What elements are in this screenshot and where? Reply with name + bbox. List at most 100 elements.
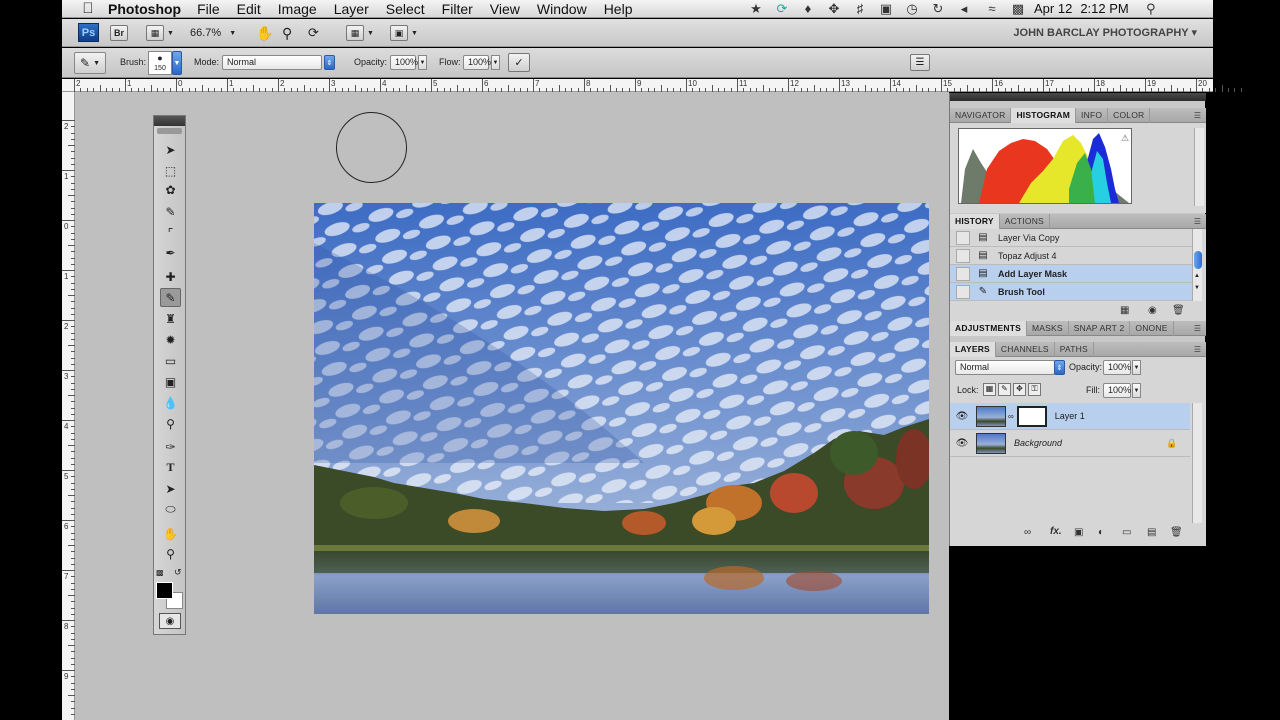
arrange-documents-button[interactable]: ▦ ▼ xyxy=(346,24,374,42)
tab-info[interactable]: INFO xyxy=(1076,108,1109,123)
layer-opacity-input[interactable]: 100% xyxy=(1103,360,1131,375)
tab-navigator[interactable]: NAVIGATOR xyxy=(950,108,1012,123)
scroll-up-arrow-icon[interactable]: ▲ xyxy=(1194,273,1200,279)
adjustments-panel-menu-icon[interactable]: ☰ xyxy=(1194,324,1201,333)
history-snapshot-checkbox[interactable] xyxy=(956,230,970,245)
mode-select[interactable]: Normal xyxy=(222,55,322,70)
battery-icon[interactable]: ▩ xyxy=(1010,1,1026,16)
layer-thumbnail[interactable] xyxy=(976,405,1006,427)
airbrush-toggle[interactable]: ✓ xyxy=(508,53,530,72)
app-menu[interactable]: Photoshop xyxy=(108,1,181,17)
zoom-level-dropdown[interactable]: 66.7% ▼ xyxy=(190,24,236,42)
document-image[interactable] xyxy=(314,203,929,614)
layer-style-fx-icon[interactable]: fx. xyxy=(1050,526,1062,537)
history-panel-menu-icon[interactable]: ☰ xyxy=(1194,217,1201,226)
menu-help[interactable]: Help xyxy=(604,1,633,17)
tools-panel-grip[interactable] xyxy=(154,116,185,126)
link-layers-icon[interactable]: ∞ xyxy=(1024,527,1031,538)
menu-file[interactable]: File xyxy=(197,1,220,17)
blur-tool-icon[interactable]: 💧 xyxy=(160,393,181,412)
screen-mode-button[interactable]: ▣ ▼ xyxy=(390,24,418,42)
menu-view[interactable]: View xyxy=(490,1,520,17)
swap-colors-icon[interactable]: ↺ xyxy=(174,567,182,578)
spotlight-search-icon[interactable]: ⚲ xyxy=(1143,1,1159,16)
tab-color[interactable]: COLOR xyxy=(1108,108,1151,123)
pen-tool-icon[interactable]: ✑ xyxy=(160,437,181,456)
quick-selection-tool-icon[interactable]: ✎ xyxy=(160,202,181,221)
menubar-time[interactable]: 2:12 PM xyxy=(1080,1,1128,16)
healing-brush-tool-icon[interactable]: ✚ xyxy=(160,267,181,286)
new-group-folder-icon[interactable]: ▭ xyxy=(1122,527,1131,538)
tab-layers[interactable]: LAYERS xyxy=(950,342,996,357)
history-brush-tool-icon[interactable]: ✹ xyxy=(160,330,181,349)
dodge-tool-icon[interactable]: ⚲ xyxy=(160,414,181,433)
layers-panel-menu-icon[interactable]: ☰ xyxy=(1194,345,1201,354)
volume-icon[interactable]: ◂ xyxy=(956,1,972,16)
mode-select-arrow[interactable]: ⇕ xyxy=(324,55,335,70)
flow-slider-arrow[interactable]: ▼ xyxy=(491,55,500,70)
layer-thumbnail[interactable] xyxy=(976,432,1006,454)
brush-preset-arrow[interactable]: ▼ xyxy=(172,51,182,75)
shape-tool-icon[interactable]: ⬭ xyxy=(160,500,181,519)
menu-filter[interactable]: Filter xyxy=(442,1,473,17)
apple-icon[interactable]:  xyxy=(80,0,96,17)
tab-actions[interactable]: ACTIONS xyxy=(1000,214,1050,229)
workspace-switcher[interactable]: JOHN BARCLAY PHOTOGRAPHY ▾ xyxy=(1013,26,1197,39)
layers-scrollbar[interactable] xyxy=(1192,403,1202,523)
history-source-checkbox[interactable] xyxy=(956,266,970,281)
history-scrollbar[interactable]: ▲ ▼ xyxy=(1192,229,1202,301)
lasso-tool-icon[interactable]: ✿ xyxy=(160,180,181,199)
tab-channels[interactable]: CHANNELS xyxy=(996,342,1055,357)
flow-input[interactable]: 100% xyxy=(463,55,491,70)
eraser-tool-icon[interactable]: ▭ xyxy=(160,351,181,370)
lock-all-icon[interactable]: ⚿ xyxy=(1028,383,1041,396)
refresh-icon[interactable]: ↻ xyxy=(930,1,946,16)
blend-mode-select[interactable]: Normal xyxy=(955,360,1055,375)
opacity-input[interactable]: 100% xyxy=(390,55,418,70)
delete-state-icon[interactable]: 🗑 xyxy=(1172,305,1185,316)
evernote-icon[interactable]: ♦ xyxy=(800,1,816,16)
history-item[interactable]: ▤ Add Layer Mask xyxy=(950,265,1192,283)
history-scroll-thumb[interactable] xyxy=(1194,251,1202,269)
history-snapshot-checkbox[interactable] xyxy=(956,248,970,263)
delete-layer-icon[interactable]: 🗑 xyxy=(1170,527,1183,538)
menubar-date[interactable]: Apr 12 xyxy=(1034,1,1072,16)
history-snapshot-checkbox[interactable] xyxy=(956,284,970,299)
lock-transparency-icon[interactable]: ▦ xyxy=(983,383,996,396)
layer-mask-link-icon[interactable]: ∞ xyxy=(1008,412,1014,421)
brush-tool-icon[interactable]: ✎ xyxy=(160,288,181,307)
add-layer-mask-icon[interactable]: ▣ xyxy=(1074,527,1083,538)
layer-opacity-arrow[interactable]: ▼ xyxy=(1132,360,1141,375)
layer-name[interactable]: Background xyxy=(1014,438,1062,448)
histogram-scrollbar[interactable] xyxy=(1194,128,1204,206)
zoom-tool-icon[interactable]: ⚲ xyxy=(160,544,181,563)
menu-window[interactable]: Window xyxy=(537,1,587,17)
hand-tool-icon[interactable]: ✋ xyxy=(256,24,273,42)
sync-icon[interactable]: ⟳ xyxy=(774,1,790,16)
layer-row[interactable]: 👁 ∞ Layer 1 xyxy=(950,403,1190,430)
scroll-down-arrow-icon[interactable]: ▼ xyxy=(1194,285,1200,291)
lock-pixels-icon[interactable]: ✎ xyxy=(998,383,1011,396)
horizontal-ruler[interactable]: 2 1 0 1 2 3 4 5 6 7 8 9 10 11 12 13 14 15 16 17 18 19 20 xyxy=(62,79,1242,92)
blend-mode-arrow[interactable]: ⇕ xyxy=(1054,360,1065,375)
clone-stamp-tool-icon[interactable]: ♜ xyxy=(160,309,181,328)
brush-preset-picker[interactable]: ● 150 xyxy=(148,51,172,75)
display-icon[interactable]: ▣ xyxy=(878,1,894,16)
fill-arrow[interactable]: ▼ xyxy=(1132,383,1141,398)
fill-input[interactable]: 100% xyxy=(1103,383,1131,398)
wifi-icon[interactable]: ≈ xyxy=(984,1,1000,16)
layer-mask-thumbnail[interactable] xyxy=(1016,405,1047,427)
menu-image[interactable]: Image xyxy=(278,1,317,17)
gradient-tool-icon[interactable]: ▣ xyxy=(160,372,181,391)
quick-mask-button[interactable]: ◉ xyxy=(159,613,181,629)
vertical-ruler[interactable]: 2 1 0 1 2 3 4 5 6 7 8 9 xyxy=(62,92,75,720)
tab-masks[interactable]: MASKS xyxy=(1027,321,1069,336)
menu-extra-icon[interactable]: ★ xyxy=(748,1,764,16)
foreground-color-swatch[interactable] xyxy=(156,582,173,599)
menu-layer[interactable]: Layer xyxy=(334,1,369,17)
move-tool-icon[interactable]: ➤ xyxy=(160,140,181,159)
tab-paths[interactable]: PATHS xyxy=(1055,342,1094,357)
opacity-slider-arrow[interactable]: ▼ xyxy=(418,55,427,70)
menu-select[interactable]: Select xyxy=(386,1,425,17)
default-colors-icon[interactable]: ▩ xyxy=(156,568,164,577)
